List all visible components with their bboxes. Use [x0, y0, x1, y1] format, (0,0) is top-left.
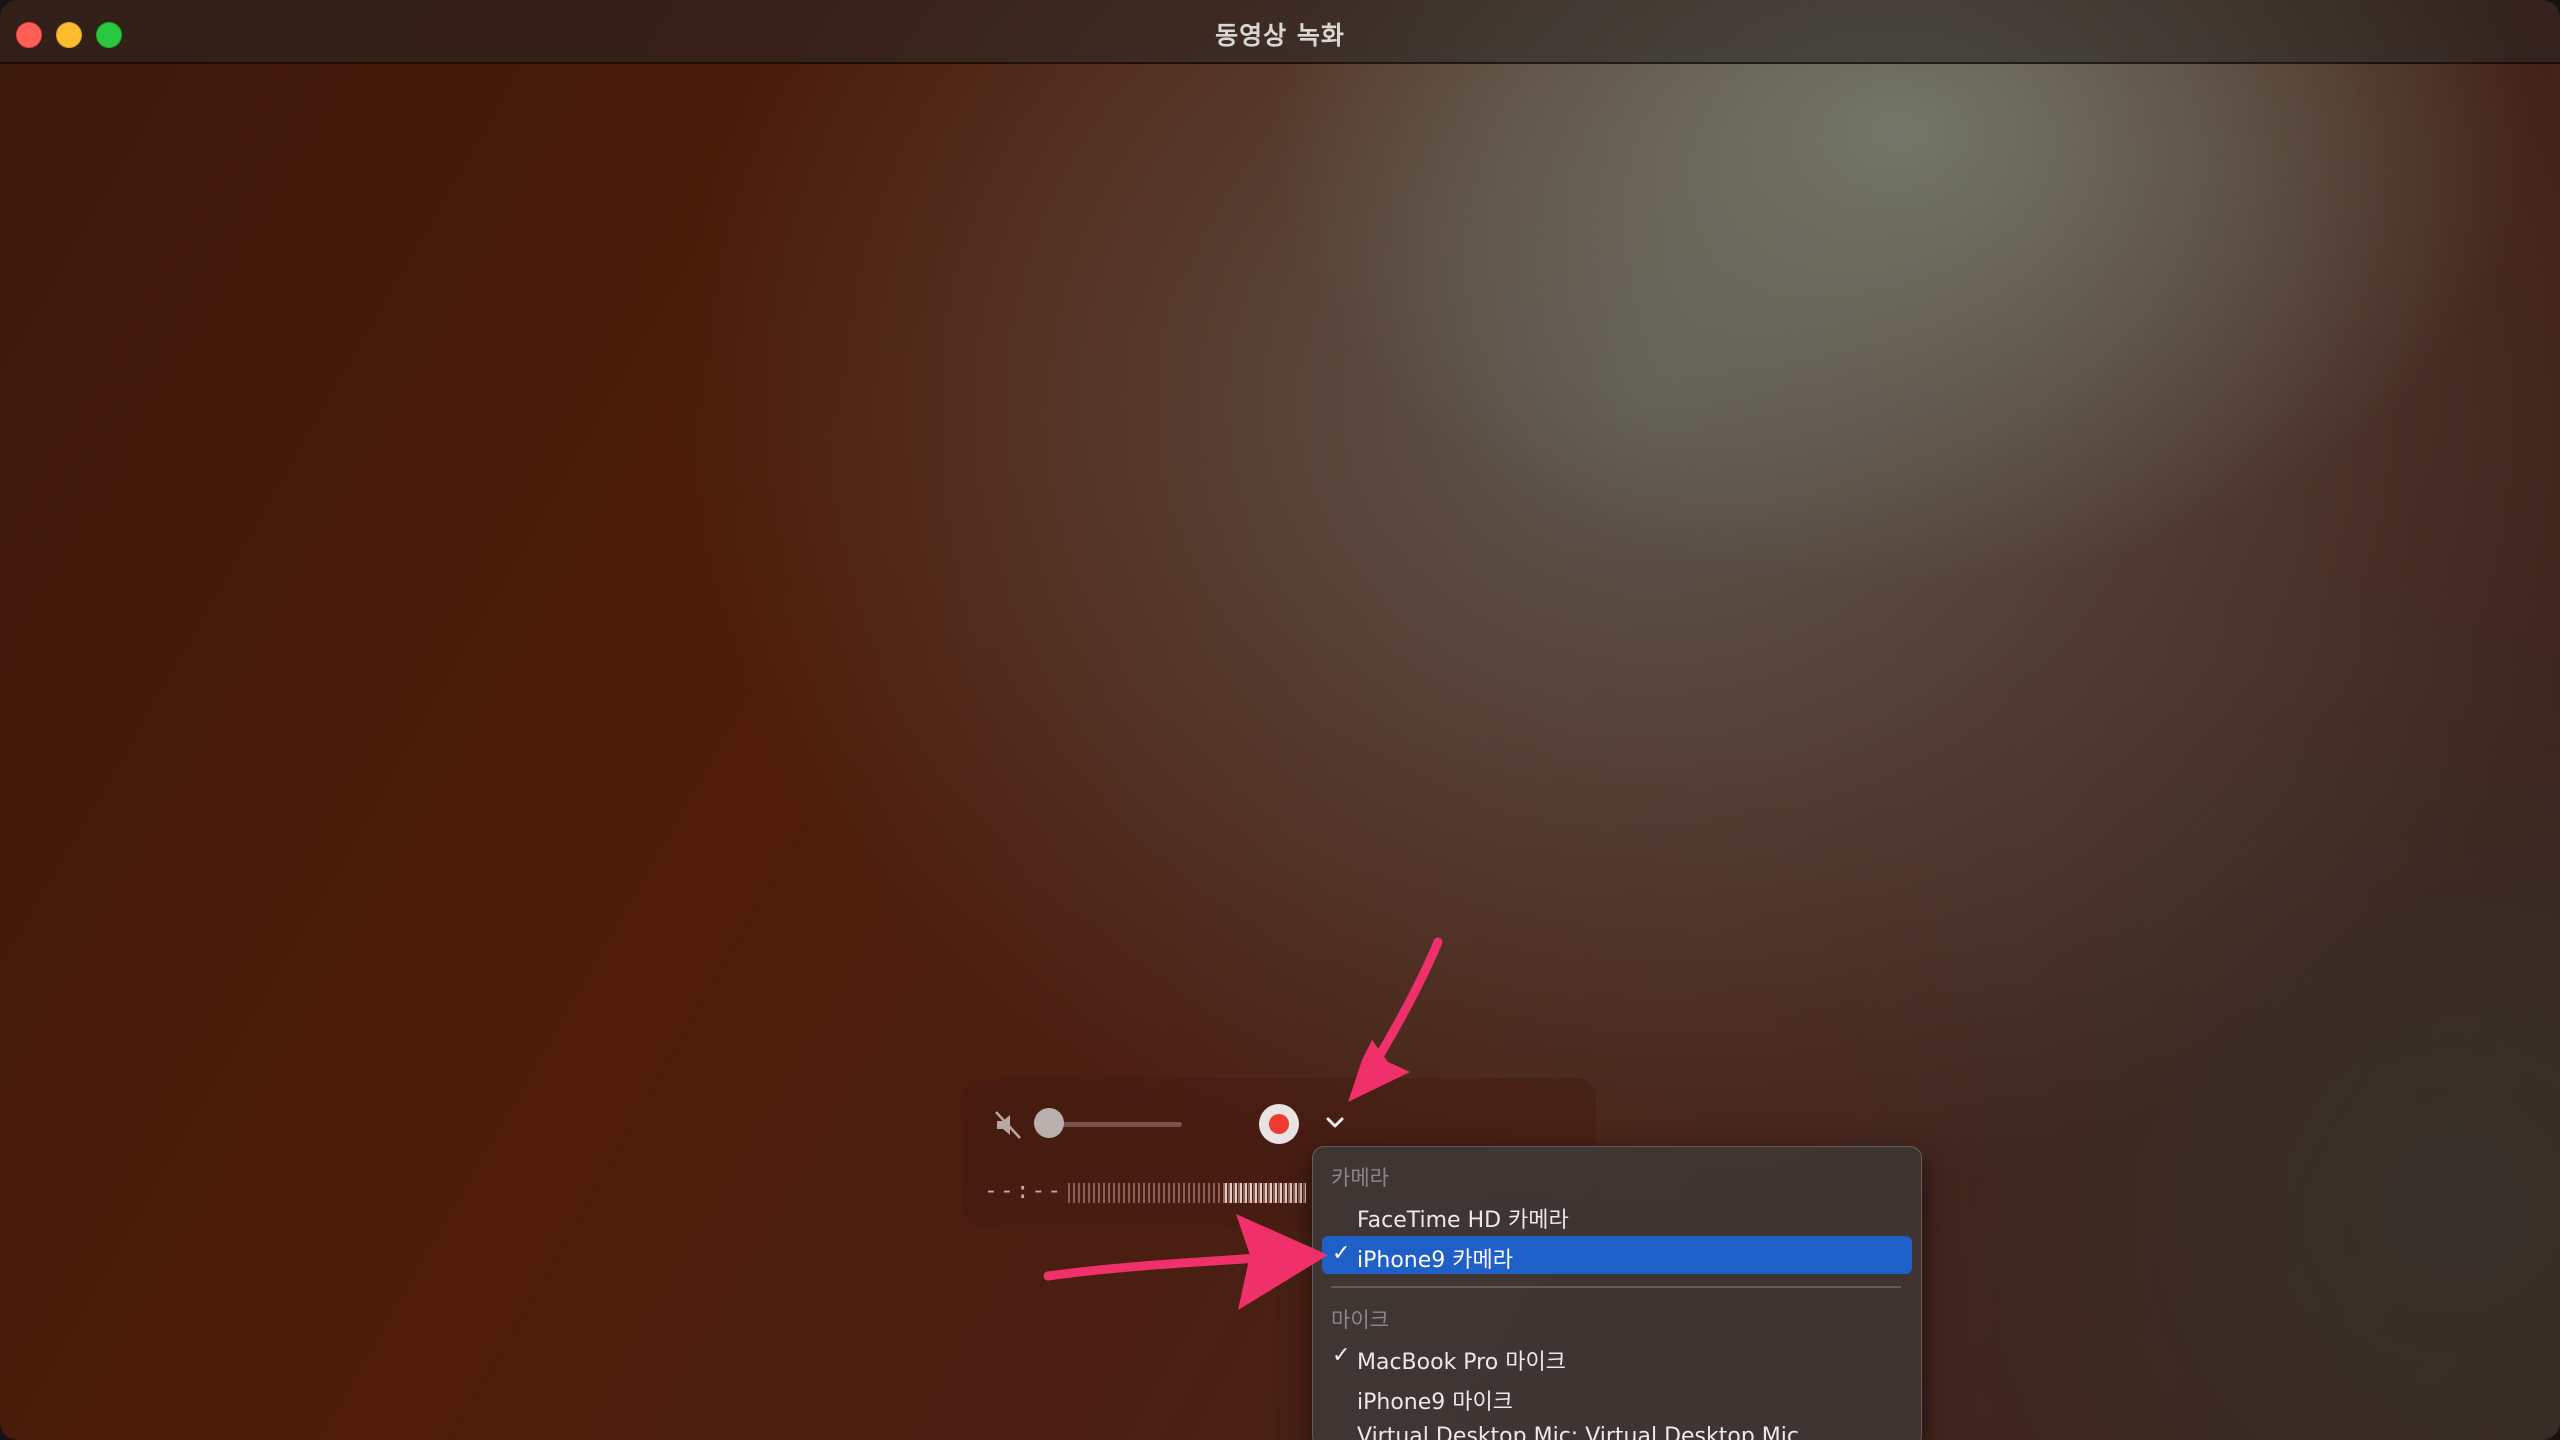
volume-slider-track[interactable] — [1048, 1122, 1182, 1127]
checkmark-icon: ✓ — [1332, 1241, 1351, 1266]
audio-level-meter-active — [1225, 1183, 1306, 1203]
menu-item-macbook-mic[interactable]: ✓ MacBook Pro 마이크 — [1322, 1338, 1912, 1376]
annotation-arrow-icon — [1043, 1214, 1328, 1310]
volume-slider-knob[interactable] — [1034, 1108, 1064, 1138]
menu-item-label: FaceTime HD 카메라 — [1357, 1208, 1569, 1233]
quicktime-window: 동영상 녹화 --:-- 카메라 FaceTime HD 카메라 ✓ iPhon… — [0, 0, 2560, 1440]
record-button[interactable] — [1259, 1104, 1299, 1144]
menu-item-virtual-desktop-mic[interactable]: Virtual Desktop Mic: Virtual Desktop Mic — [1322, 1418, 1912, 1440]
chevron-down-icon[interactable] — [1323, 1113, 1347, 1133]
microphone-section-header: 마이크 — [1331, 1308, 1389, 1332]
title-bar[interactable]: 동영상 녹화 — [0, 0, 2560, 64]
speaker-muted-icon[interactable] — [992, 1108, 1026, 1142]
menu-item-label: MacBook Pro 마이크 — [1357, 1350, 1566, 1375]
recording-timer: --:-- — [984, 1178, 1064, 1204]
menu-item-iphone-mic[interactable]: iPhone9 마이크 — [1322, 1378, 1912, 1416]
window-title: 동영상 녹화 — [1215, 21, 1345, 50]
menu-item-label: iPhone9 마이크 — [1357, 1390, 1513, 1415]
camera-section-header: 카메라 — [1331, 1166, 1389, 1190]
record-dot-icon — [1269, 1114, 1289, 1134]
menu-separator — [1331, 1286, 1901, 1288]
menu-item-label: Virtual Desktop Mic: Virtual Desktop Mic — [1357, 1424, 1799, 1440]
menu-item-facetime-camera[interactable]: FaceTime HD 카메라 — [1322, 1196, 1912, 1234]
menu-item-label: iPhone9 카메라 — [1357, 1248, 1513, 1273]
menu-item-iphone-camera[interactable]: ✓ iPhone9 카메라 — [1322, 1236, 1912, 1274]
checkmark-icon: ✓ — [1332, 1343, 1351, 1368]
